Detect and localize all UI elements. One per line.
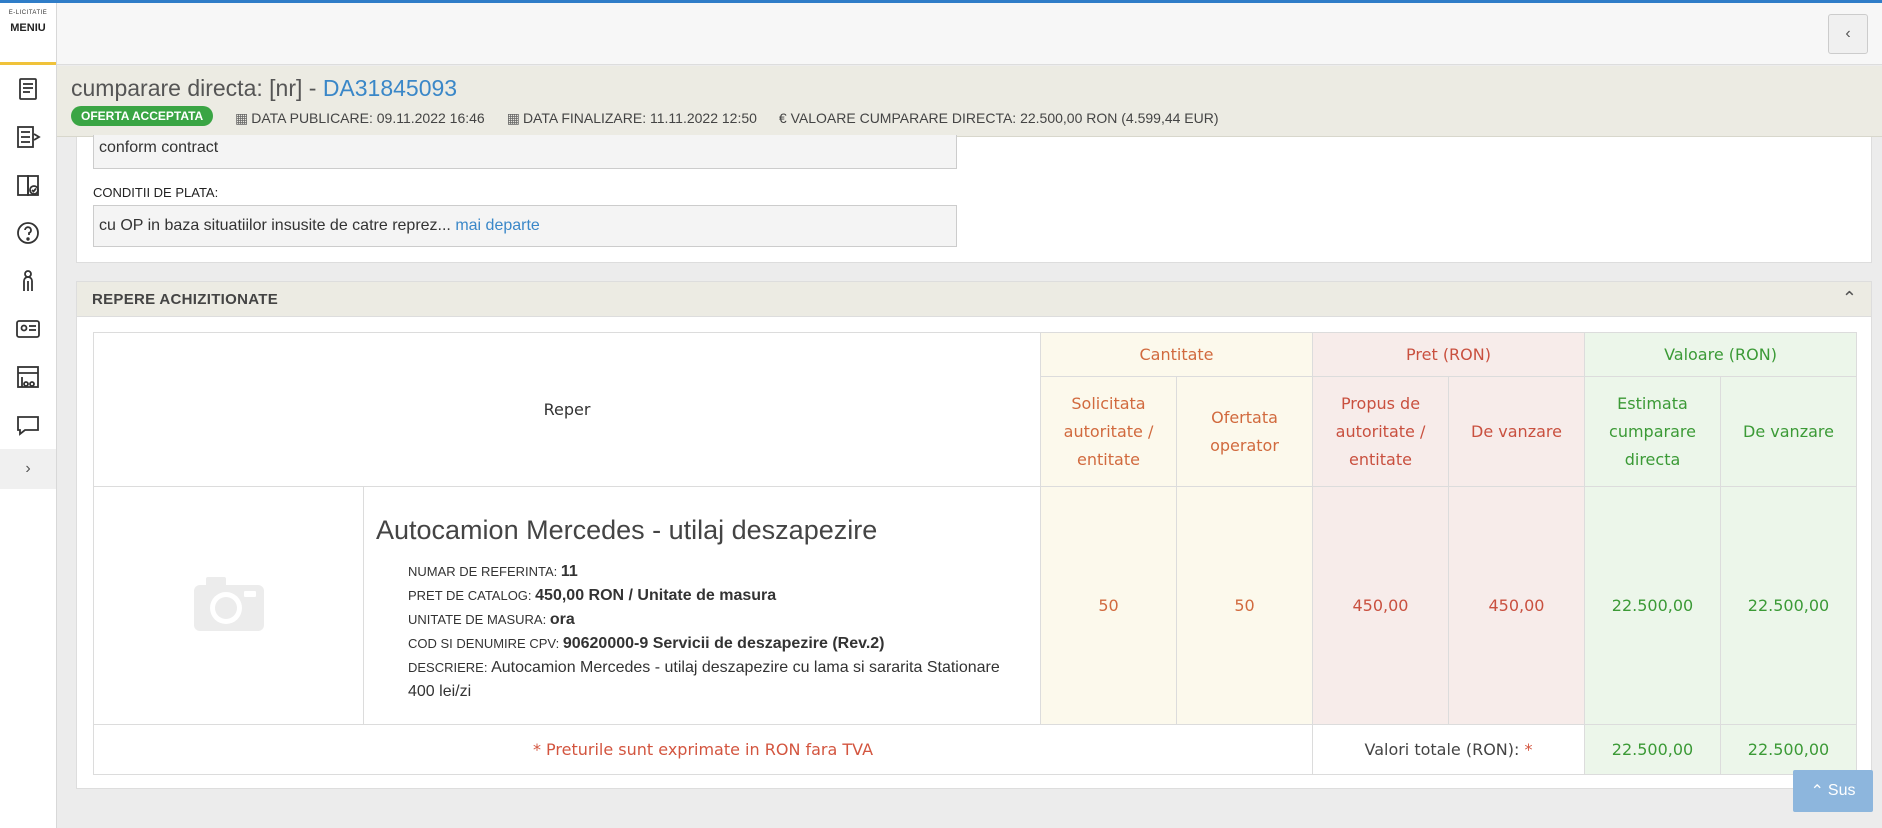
export-list-icon [17,126,41,148]
document-icon [19,78,37,100]
vat-note: * Preturile sunt exprimate in RON fara T… [93,724,1313,775]
calendar-icon: ▦ [235,110,249,126]
sidebar-item-messages[interactable] [0,401,56,449]
chevron-left-icon: ‹ [1845,25,1851,42]
item-cpv: COD SI DENUMIRE CPV: 90620000-9 Servicii… [408,632,1028,656]
col-val-vanzare: De vanzare [1720,376,1857,487]
calendar-icon: ▦ [506,110,520,126]
finalize-date: ▦ DATA FINALIZARE: 11.11.2022 12:50 [507,110,757,127]
payment-conditions-field: cu OP in baza situatiilor insusite de ca… [93,205,957,247]
sidebar: E-LICITATIE MENIU › [0,3,57,828]
sidebar-item-export[interactable] [0,113,56,161]
total-estimated: 22.500,00 [1584,724,1721,775]
col-solicitata: Solicitata autoritate / entitate [1040,376,1177,487]
details-panel: conform contract CONDITII DE PLATA: cu O… [76,135,1872,263]
payment-conditions-text: cu OP in baza situatiilor insusite de ca… [99,217,451,234]
price-proposed: 450,00 [1312,486,1449,725]
id-card-icon [16,320,40,338]
help-circle-icon [17,222,39,244]
sidebar-item-catalog[interactable] [0,161,56,209]
item-unit: UNITATE DE MASURA: ora [408,608,1028,632]
chat-bubble-icon [17,416,39,436]
col-ofertata: Ofertata operator [1176,376,1313,487]
table-row: Autocamion Mercedes - utilaj deszapezire… [93,486,1857,725]
chevron-up-icon: ⌃ [1810,783,1824,800]
menu-label: MENIU [10,22,46,34]
item-catalog-price: PRET DE CATALOG: 450,00 RON / Unitate de… [408,584,1028,608]
brand-logo: E-LICITATIE [8,10,48,16]
item-description-cell: Autocamion Mercedes - utilaj deszapezire… [363,486,1041,725]
procedure-header: cumparare directa: [nr] - DA31845093 OFE… [57,66,1882,137]
item-catalog-label: PRET DE CATALOG: [408,588,532,603]
sidebar-item-profile[interactable] [0,305,56,353]
qty-requested: 50 [1040,486,1177,725]
publish-date: ▦ DATA PUBLICARE: 09.11.2022 16:46 [235,110,485,127]
sidebar-item-documents[interactable] [0,65,56,113]
items-table: Reper Cantitate Pret (RON) Valoare (RON)… [93,332,1857,775]
totals-label-text: Valori totale (RON): [1364,740,1520,759]
direct-purchase-value: € VALOARE CUMPARARE DIRECTA: 22.500,00 R… [778,110,1219,126]
group-valoare: Valoare (RON) [1584,332,1857,377]
sidebar-expand-button[interactable]: › [0,449,56,489]
group-cantitate: Cantitate [1040,332,1313,377]
sidebar-item-help[interactable] [0,209,56,257]
user-hierarchy-icon [23,270,33,291]
item-desc-label: DESCRIERE: [408,660,488,675]
scroll-top-button[interactable]: ⌃ Sus [1793,770,1873,812]
col-pret-vanzare: De vanzare [1448,376,1585,487]
sidebar-item-cart[interactable] [0,353,56,401]
item-desc-value: Autocamion Mercedes - utilaj deszapezire… [408,659,1000,700]
value-estimated: 22.500,00 [1584,486,1721,725]
qty-offered: 50 [1176,486,1313,725]
sidebar-item-users[interactable] [0,257,56,305]
item-cpv-value: 90620000-9 Servicii de deszapezire (Rev.… [562,635,885,652]
col-reper: Reper [93,332,1041,487]
item-ref-label: NUMAR DE REFERINTA: [408,564,558,579]
read-more-link[interactable]: mai departe [455,217,540,234]
totals-star: * [1524,740,1533,759]
item-image-cell [93,486,364,725]
value-sale: 22.500,00 [1720,486,1857,725]
col-pret-propus: Propus de autoritate / entitate [1312,376,1449,487]
purchased-items-header[interactable]: REPERE ACHIZITIONATE ⌃ [77,282,1871,317]
page-title-prefix: cumparare directa: [nr] - [71,75,323,101]
item-unit-label: UNITATE DE MASURA: [408,612,547,627]
price-sale: 450,00 [1448,486,1585,725]
totals-row: * Preturile sunt exprimate in RON fara T… [93,724,1857,775]
item-catalog-value: 450,00 RON / Unitate de masura [535,587,777,604]
group-pret: Pret (RON) [1312,332,1585,377]
col-val-estimata: Estimata cumparare directa [1584,376,1721,487]
status-badge: OFERTA ACCEPTATA [71,106,214,126]
purchased-items-title: REPERE ACHIZITIONATE [92,291,279,308]
scroll-top-label: Sus [1827,782,1856,799]
publish-date-text: DATA PUBLICARE: 09.11.2022 16:46 [251,110,485,126]
purchased-items-panel: REPERE ACHIZITIONATE ⌃ Reper Cantitate P… [76,281,1872,789]
procedure-meta: ▦ DATA PUBLICARE: 09.11.2022 16:46 ▦ DATA … [235,110,1219,127]
procedure-code: DA31845093 [322,75,458,101]
camera-placeholder-icon [192,571,266,641]
item-cpv-label: COD SI DENUMIRE CPV: [408,636,560,651]
item-description: DESCRIERE: Autocamion Mercedes - utilaj … [408,656,1028,704]
page-title: cumparare directa: [nr] - DA31845093 [71,75,457,102]
totals-label: Valori totale (RON): * [1312,724,1585,775]
item-name: Autocamion Mercedes - utilaj deszapezire [376,515,878,545]
book-check-icon [17,175,39,196]
chevron-right-icon: › [25,460,31,477]
payment-conditions-label: CONDITII DE PLATA: [93,185,219,200]
top-bar: ‹ [57,3,1882,65]
cart-icon [17,366,39,388]
chevron-up-icon[interactable]: ⌃ [1842,288,1857,309]
finalize-date-text: DATA FINALIZARE: 11.11.2022 12:50 [522,110,757,126]
brand-menu-toggle[interactable]: E-LICITATIE MENIU [0,3,56,65]
item-ref-value: 11 [560,563,578,580]
total-sale: 22.500,00 [1720,724,1857,775]
delivery-conditions-field: conform contract [93,135,957,169]
collapse-panel-button[interactable]: ‹ [1828,14,1868,54]
item-ref: NUMAR DE REFERINTA: 11 [408,560,1028,584]
item-unit-value: ora [549,611,575,628]
